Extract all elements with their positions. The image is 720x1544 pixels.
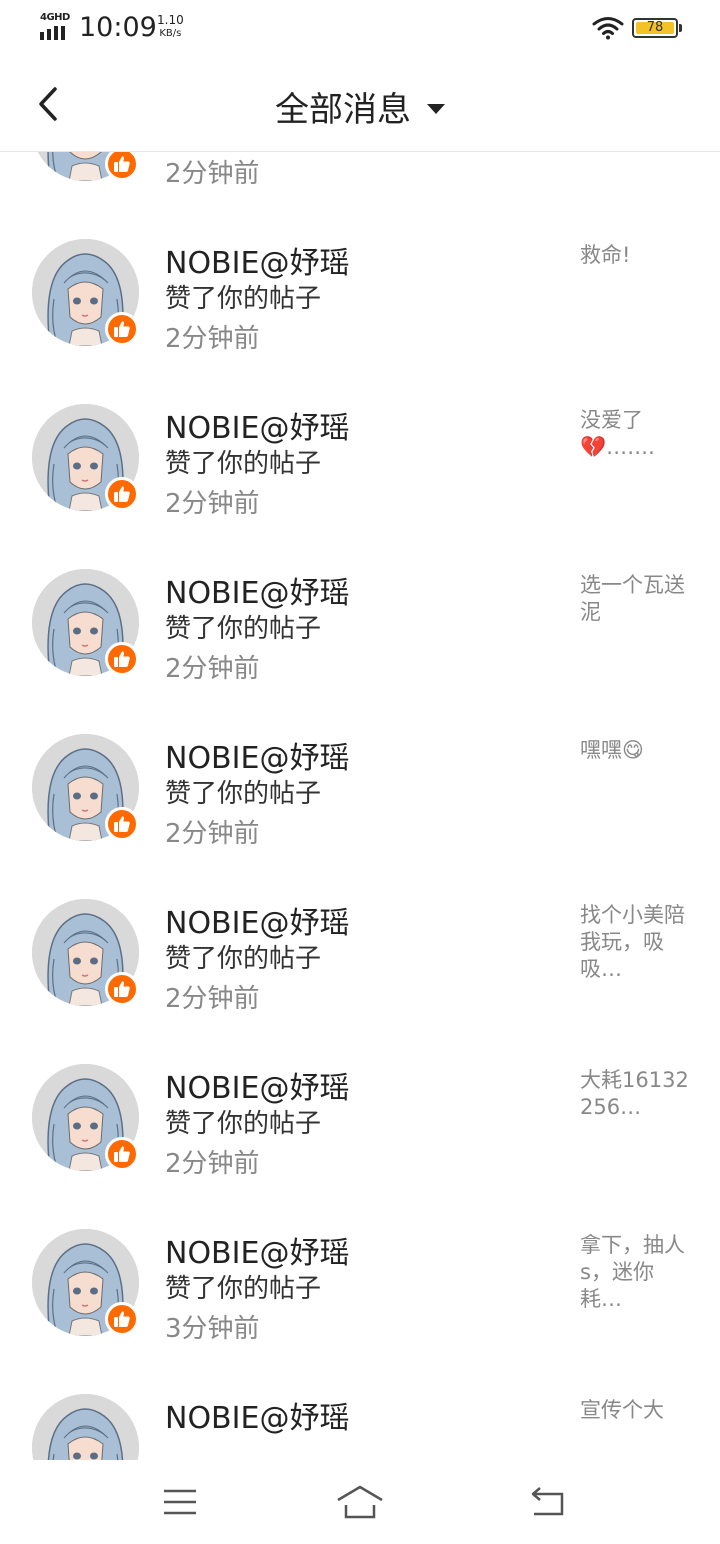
notification-action: 赞了你的帖子 — [165, 944, 322, 974]
sender-name[interactable]: NOBIE@妤瑶 — [165, 898, 349, 942]
thumbs-up-icon — [105, 1137, 139, 1171]
notification-action: 赞了你的帖子 — [165, 284, 322, 314]
thumbs-up-icon — [105, 312, 139, 346]
thumbs-up-icon — [105, 642, 139, 676]
notification-action: 赞了你的帖子 — [165, 614, 322, 644]
message-item[interactable]: NOBIE@妤瑶 赞了你的帖子 2分钟前 选一个瓦送泥 — [0, 536, 720, 701]
message-item[interactable]: NOBIE@妤瑶 赞了你的帖子 2分钟前 大耗16132256… — [0, 1031, 720, 1196]
caret-down-icon — [427, 103, 445, 114]
network-speed: 1.10 KB/s — [157, 14, 184, 40]
thumbs-up-icon — [105, 972, 139, 1006]
return-icon — [531, 1487, 564, 1516]
notification-time: 2分钟前 — [165, 1149, 260, 1179]
thumbs-up-icon — [105, 477, 139, 511]
return-button[interactable] — [518, 1482, 578, 1522]
wifi-icon — [592, 16, 624, 40]
message-list[interactable]: NOBIE@妤瑶 赞了你的帖子 2分钟前 有一半的扣… — [0, 152, 720, 1460]
battery-level: 78 — [646, 20, 664, 35]
notification-time: 2分钟前 — [165, 984, 260, 1014]
message-item[interactable]: NOBIE@妤瑶 赞了你的帖子 3分钟前 拿下，抽人s，迷你耗… — [0, 1196, 720, 1361]
thumbs-up-icon — [105, 152, 139, 181]
thumbs-up-icon — [105, 1302, 139, 1336]
sender-name[interactable]: NOBIE@妤瑶 — [165, 238, 349, 282]
post-snippet[interactable]: 找个小美陪我玩，吸吸… — [580, 902, 690, 983]
post-snippet[interactable]: 救命! — [580, 242, 690, 269]
avatar[interactable] — [32, 1394, 139, 1460]
notification-time: 2分钟前 — [165, 819, 260, 849]
notification-action: 赞了你的帖子 — [165, 449, 322, 479]
message-item[interactable]: NOBIE@妤瑶 赞了你的帖子 2分钟前 救命! — [0, 206, 720, 371]
sender-name[interactable]: NOBIE@妤瑶 — [165, 1228, 349, 1272]
sender-name[interactable]: NOBIE@妤瑶 — [165, 568, 349, 612]
post-snippet[interactable]: 宣传个大 — [580, 1397, 690, 1424]
signal-icon: 4GHD — [40, 12, 72, 40]
post-snippet[interactable]: 拿下，抽人s，迷你耗… — [580, 1232, 690, 1313]
sender-name[interactable]: NOBIE@妤瑶 — [165, 1393, 349, 1437]
post-snippet[interactable]: 选一个瓦送泥 — [580, 572, 690, 626]
notification-time: 2分钟前 — [165, 489, 260, 519]
sender-name[interactable]: NOBIE@妤瑶 — [165, 403, 349, 447]
status-bar: 4GHD 10:09 1.10 KB/s 78 — [0, 0, 720, 60]
post-snippet[interactable]: 大耗16132256… — [580, 1067, 690, 1121]
message-item[interactable]: NOBIE@妤瑶 赞了你的帖子 2分钟前 有一半的扣… — [0, 152, 720, 206]
battery-icon: 78 — [632, 18, 682, 38]
navigation-bar — [0, 1460, 720, 1544]
sender-name[interactable]: NOBIE@妤瑶 — [165, 733, 349, 777]
notification-action: 赞了你的帖子 — [165, 1274, 322, 1304]
notification-action: 赞了你的帖子 — [165, 1109, 322, 1139]
notification-time: 3分钟前 — [165, 1314, 260, 1344]
post-snippet[interactable]: 嘿嘿😋 — [580, 737, 690, 764]
page-title: 全部消息 — [275, 90, 411, 130]
speed-value: 1.10 — [157, 13, 184, 27]
home-button[interactable] — [330, 1482, 390, 1522]
notification-time: 2分钟前 — [165, 324, 260, 354]
menu-button[interactable] — [150, 1482, 210, 1522]
post-snippet[interactable]: 没爱了💔……. — [580, 407, 690, 461]
menu-icon — [164, 1489, 196, 1515]
title-dropdown[interactable]: 全部消息 — [0, 82, 720, 131]
thumbs-up-icon — [105, 807, 139, 841]
speed-unit: KB/s — [159, 28, 182, 39]
home-icon — [337, 1485, 383, 1519]
message-item[interactable]: NOBIE@妤瑶 赞了你的帖子 2分钟前 嘿嘿😋 — [0, 701, 720, 866]
message-item[interactable]: NOBIE@妤瑶 宣传个大 — [0, 1361, 720, 1460]
notification-time: 2分钟前 — [165, 159, 260, 189]
clock: 10:09 — [79, 12, 157, 43]
network-type: 4GHD — [40, 12, 70, 23]
notification-action: 赞了你的帖子 — [165, 779, 322, 809]
message-item[interactable]: NOBIE@妤瑶 赞了你的帖子 2分钟前 找个小美陪我玩，吸吸… — [0, 866, 720, 1031]
sender-name[interactable]: NOBIE@妤瑶 — [165, 1063, 349, 1107]
notification-time: 2分钟前 — [165, 654, 260, 684]
message-item[interactable]: NOBIE@妤瑶 赞了你的帖子 2分钟前 没爱了💔……. — [0, 371, 720, 536]
header: 全部消息 — [0, 60, 720, 152]
